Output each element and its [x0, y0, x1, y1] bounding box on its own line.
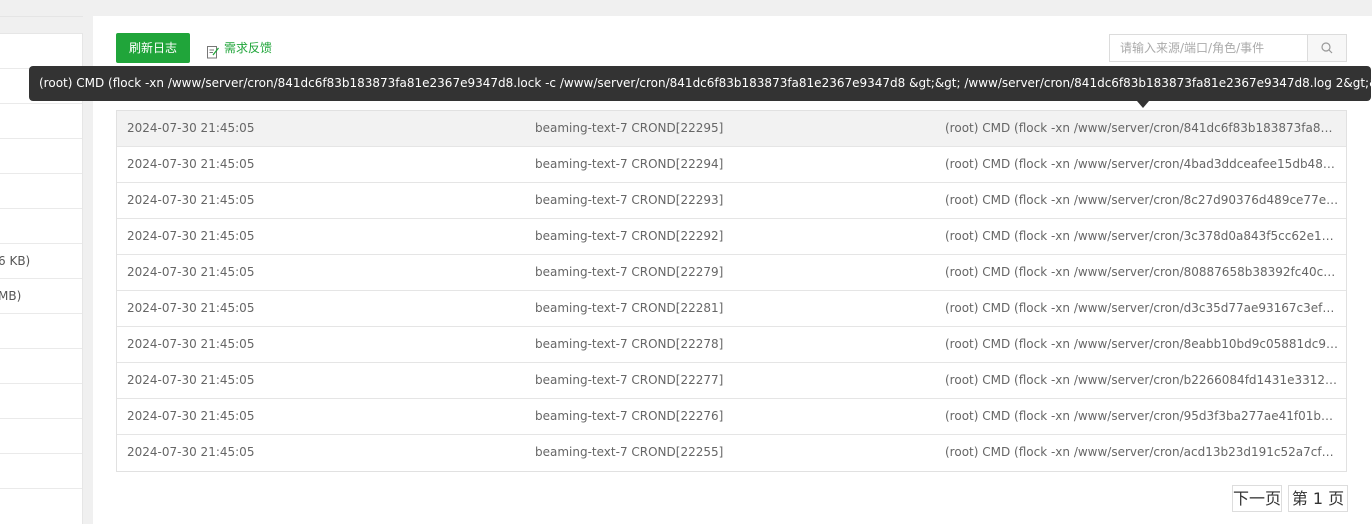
table-row[interactable]: 2024-07-30 21:45:05 beaming-text-7 CROND[…: [117, 435, 1346, 471]
left-panel-row[interactable]: [0, 34, 82, 69]
log-time-cell: 2024-07-30 21:45:05: [127, 301, 255, 315]
page: 6 KB)MB) 刷新日志 需求反馈 2024-07: [0, 0, 1372, 524]
log-time-cell: 2024-07-30 21:45:05: [127, 373, 255, 387]
log-time-cell: 2024-07-30 21:45:05: [127, 157, 255, 171]
feedback-link[interactable]: 需求反馈: [207, 33, 272, 63]
table-row[interactable]: 2024-07-30 21:45:05 beaming-text-7 CROND[…: [117, 399, 1346, 435]
log-time-cell: 2024-07-30 21:45:05: [127, 445, 255, 459]
search-box: [1109, 34, 1347, 62]
table-row[interactable]: 2024-07-30 21:45:05 beaming-text-7 CROND[…: [117, 291, 1346, 327]
next-page-button[interactable]: 下一页: [1232, 485, 1282, 512]
left-panel-row[interactable]: [0, 139, 82, 174]
search-input[interactable]: [1110, 35, 1307, 61]
log-detail-cell: (root) CMD (flock -xn /www/server/cron/d…: [945, 301, 1340, 315]
refresh-log-button[interactable]: 刷新日志: [116, 33, 190, 63]
log-time-cell: 2024-07-30 21:45:05: [127, 229, 255, 243]
left-panel-row[interactable]: [0, 209, 82, 244]
log-detail-cell: (root) CMD (flock -xn /www/server/cron/4…: [945, 157, 1340, 171]
left-panel-row[interactable]: MB): [0, 279, 82, 314]
log-detail-cell: (root) CMD (flock -xn /www/server/cron/3…: [945, 229, 1340, 243]
log-table: 2024-07-30 21:45:05 beaming-text-7 CROND[…: [116, 110, 1347, 472]
search-button[interactable]: [1307, 35, 1346, 61]
log-time-cell: 2024-07-30 21:45:05: [127, 337, 255, 351]
log-source-cell: beaming-text-7 CROND[22293]: [535, 193, 724, 207]
table-row[interactable]: 2024-07-30 21:45:05 beaming-text-7 CROND[…: [117, 363, 1346, 399]
log-detail-cell: (root) CMD (flock -xn /www/server/cron/8…: [945, 193, 1340, 207]
log-source-cell: beaming-text-7 CROND[22294]: [535, 157, 724, 171]
left-panel-row[interactable]: 6 KB): [0, 244, 82, 279]
edit-icon: [207, 40, 220, 59]
log-time-cell: 2024-07-30 21:45:05: [127, 265, 255, 279]
left-panel-row-text: 6 KB): [0, 254, 31, 268]
current-page-indicator: 第 1 页: [1288, 485, 1348, 512]
log-source-cell: beaming-text-7 CROND[22295]: [535, 121, 724, 135]
table-row[interactable]: 2024-07-30 21:45:05 beaming-text-7 CROND[…: [117, 327, 1346, 363]
left-panel-row[interactable]: [0, 454, 82, 489]
tooltip-arrow: [1137, 101, 1149, 108]
log-source-cell: beaming-text-7 CROND[22278]: [535, 337, 724, 351]
left-panel-row[interactable]: [0, 349, 82, 384]
log-detail-cell: (root) CMD (flock -xn /www/server/cron/a…: [945, 445, 1340, 459]
log-detail-cell: (root) CMD (flock -xn /www/server/cron/b…: [945, 373, 1340, 387]
table-row[interactable]: 2024-07-30 21:45:05 beaming-text-7 CROND[…: [117, 111, 1346, 147]
left-panel-row[interactable]: [0, 384, 82, 419]
left-panel-row[interactable]: [0, 104, 82, 139]
tooltip: (root) CMD (flock -xn /www/server/cron/8…: [29, 66, 1371, 101]
log-source-cell: beaming-text-7 CROND[22277]: [535, 373, 724, 387]
log-detail-cell: (root) CMD (flock -xn /www/server/cron/8…: [945, 265, 1340, 279]
table-row[interactable]: 2024-07-30 21:45:05 beaming-text-7 CROND[…: [117, 147, 1346, 183]
log-source-cell: beaming-text-7 CROND[22281]: [535, 301, 724, 315]
left-panel-row[interactable]: [0, 314, 82, 349]
log-time-cell: 2024-07-30 21:45:05: [127, 193, 255, 207]
left-panel-row-text: MB): [0, 289, 22, 303]
log-time-cell: 2024-07-30 21:45:05: [127, 121, 255, 135]
log-source-cell: beaming-text-7 CROND[22255]: [535, 445, 724, 459]
log-time-cell: 2024-07-30 21:45:05: [127, 409, 255, 423]
table-row[interactable]: 2024-07-30 21:45:05 beaming-text-7 CROND[…: [117, 183, 1346, 219]
feedback-label: 需求反馈: [224, 41, 273, 55]
log-source-cell: beaming-text-7 CROND[22279]: [535, 265, 724, 279]
left-panel: 6 KB) MB): [0, 33, 83, 524]
log-detail-cell: (root) CMD (flock -xn /www/server/cron/8…: [945, 337, 1340, 351]
log-detail-cell: (root) CMD (flock -xn /www/server/cron/8…: [945, 121, 1340, 135]
log-detail-cell: (root) CMD (flock -xn /www/server/cron/9…: [945, 409, 1340, 423]
left-panel-row[interactable]: [0, 174, 82, 209]
log-source-cell: beaming-text-7 CROND[22276]: [535, 409, 724, 423]
top-bar: [0, 0, 1372, 17]
table-row[interactable]: 2024-07-30 21:45:05 beaming-text-7 CROND[…: [117, 219, 1346, 255]
table-row[interactable]: 2024-07-30 21:45:05 beaming-text-7 CROND[…: [117, 255, 1346, 291]
left-panel-row[interactable]: [0, 419, 82, 454]
search-icon: [1321, 42, 1333, 54]
log-source-cell: beaming-text-7 CROND[22292]: [535, 229, 724, 243]
